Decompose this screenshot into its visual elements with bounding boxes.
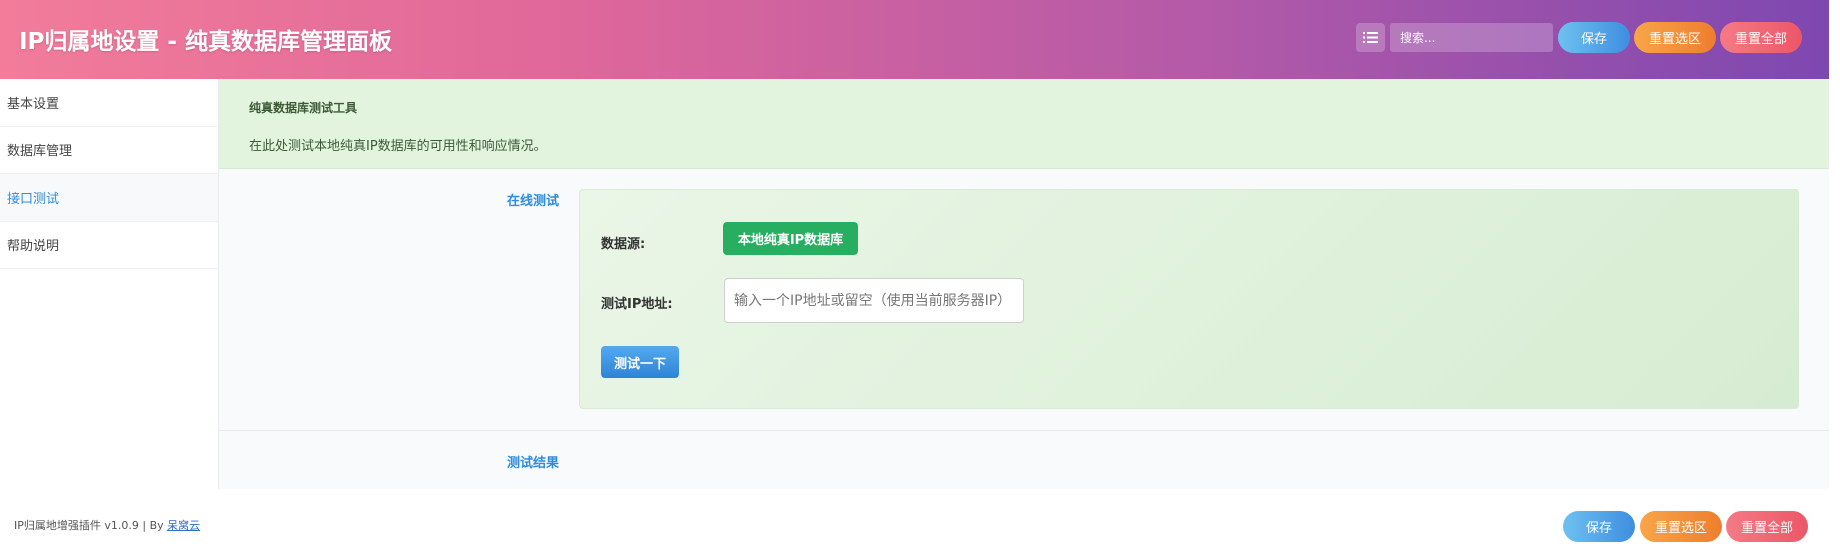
section-divider: [219, 430, 1829, 431]
footer-reset-all-button[interactable]: 重置全部: [1726, 511, 1808, 542]
sidebar-item-help[interactable]: 帮助说明: [0, 222, 218, 269]
sidebar-item-basic-settings[interactable]: 基本设置: [0, 79, 218, 127]
header-save-button[interactable]: 保存: [1558, 22, 1630, 53]
test-ip-label: 测试IP地址:: [601, 297, 673, 312]
online-test-panel: 数据源: 本地纯真IP数据库 测试IP地址: 测试一下: [579, 189, 1799, 409]
notice-text: 在此处测试本地纯真IP数据库的可用性和响应情况。: [249, 139, 547, 154]
data-source-label: 数据源:: [601, 237, 646, 252]
notice-title: 纯真数据库测试工具: [249, 101, 358, 115]
header-reset-all-button[interactable]: 重置全部: [1720, 22, 1802, 53]
sidebar-item-database-management[interactable]: 数据库管理: [0, 127, 218, 174]
footer: IP归属地增强插件 v1.0.9 | By 呆窝云 保存 重置选区 重置全部: [0, 489, 1840, 558]
test-results-label: 测试结果: [507, 456, 560, 471]
sidebar-item-label: 接口测试: [7, 191, 60, 207]
run-test-button[interactable]: 测试一下: [601, 346, 679, 378]
test-ip-input[interactable]: [724, 278, 1024, 323]
page-title: IP归属地设置 - 纯真数据库管理面板: [19, 29, 392, 55]
sidebar-item-label: 基本设置: [7, 96, 60, 112]
main-content: 纯真数据库测试工具 在此处测试本地纯真IP数据库的可用性和响应情况。 在线测试 …: [219, 79, 1829, 489]
list-icon[interactable]: [1356, 23, 1385, 52]
sidebar-item-label: 数据库管理: [7, 144, 73, 160]
info-notice: 纯真数据库测试工具 在此处测试本地纯真IP数据库的可用性和响应情况。: [219, 79, 1829, 169]
search-input[interactable]: [1390, 23, 1553, 52]
footer-reset-selection-button[interactable]: 重置选区: [1640, 511, 1722, 542]
sidebar: 基本设置 数据库管理 接口测试 帮助说明: [0, 79, 219, 489]
list-icon-glyph: [1363, 32, 1378, 43]
header-reset-selection-button[interactable]: 重置选区: [1634, 22, 1716, 53]
header-bar: ​ IP归属地设置 - 纯真数据库管理面板 保存 重置选区 重置全部: [0, 0, 1829, 79]
sidebar-item-api-test[interactable]: 接口测试: [0, 174, 218, 222]
data-source-button[interactable]: 本地纯真IP数据库: [723, 222, 858, 255]
footer-author-link[interactable]: 呆窝云: [167, 519, 200, 532]
footer-version-text: IP归属地增强插件 v1.0.9 | By: [14, 519, 168, 532]
footer-version: IP归属地增强插件 v1.0.9 | By 呆窝云: [14, 517, 200, 533]
sidebar-item-label: 帮助说明: [7, 239, 60, 255]
online-test-label: 在线测试: [507, 194, 560, 209]
footer-save-button[interactable]: 保存: [1563, 511, 1635, 542]
